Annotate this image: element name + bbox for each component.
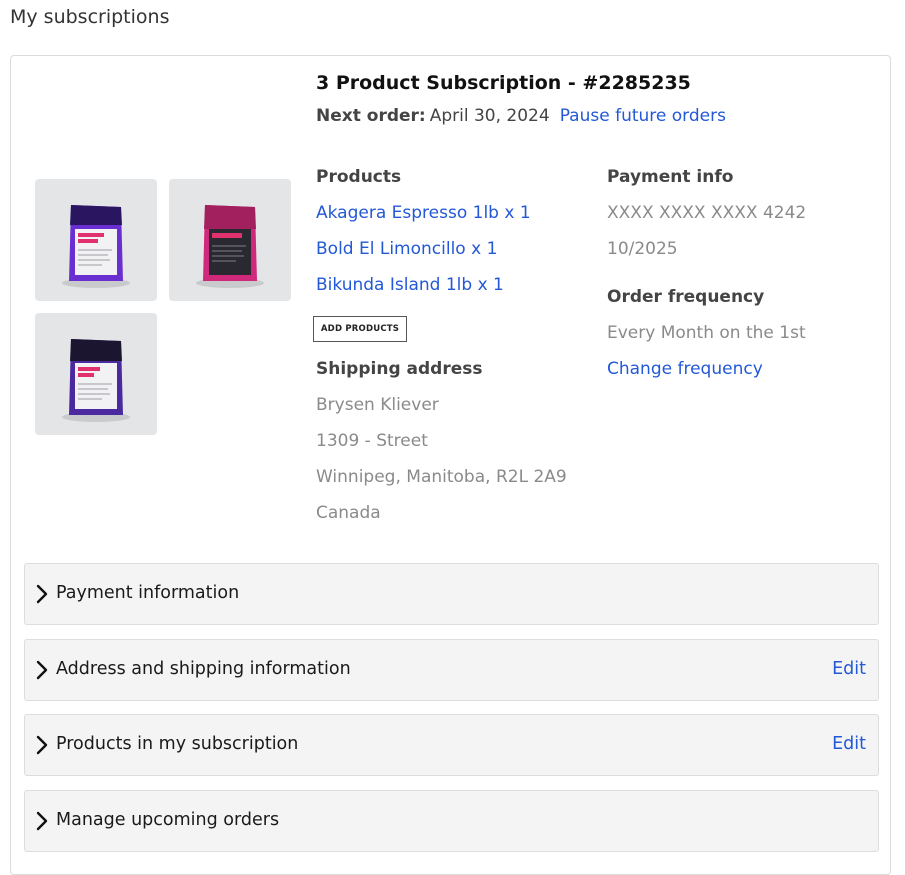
accordion-label: Products in my subscription <box>56 734 299 754</box>
next-order-label: Next order: <box>316 106 426 126</box>
product-thumbnail-akagera[interactable] <box>35 179 157 301</box>
accordion-products-subscription[interactable]: Products in my subscription Edit <box>24 714 879 776</box>
products-heading: Products <box>316 167 402 187</box>
chevron-right-icon <box>36 584 48 604</box>
subscription-title: 3 Product Subscription - #2285235 <box>316 72 691 94</box>
card-expiry: 10/2025 <box>607 239 678 259</box>
edit-products-button[interactable]: Edit <box>832 734 866 754</box>
accordion-label: Address and shipping information <box>56 659 351 679</box>
accordion-address-shipping[interactable]: Address and shipping information Edit <box>24 639 879 701</box>
add-products-button[interactable]: ADD PRODUCTS <box>313 316 407 342</box>
accordion-label: Payment information <box>56 583 240 603</box>
pause-future-orders-link[interactable]: Pause future orders <box>560 106 726 126</box>
product-thumbnail-limoncillo[interactable] <box>169 179 291 301</box>
next-order-row: Next order: April 30, 2024 Pause future or… <box>316 106 726 126</box>
subscription-card: 3 Product Subscription - #2285235 Next o… <box>10 55 891 875</box>
edit-address-button[interactable]: Edit <box>832 659 866 679</box>
change-frequency-link[interactable]: Change frequency <box>607 359 763 379</box>
product-link-bikunda[interactable]: Bikunda Island 1lb x 1 <box>316 275 504 295</box>
page-title: My subscriptions <box>10 6 170 28</box>
coffee-bag-icon <box>62 205 130 288</box>
product-link-akagera[interactable]: Akagera Espresso 1lb x 1 <box>316 203 531 223</box>
card-number: XXXX XXXX XXXX 4242 <box>607 203 807 223</box>
coffee-bag-icon <box>196 205 264 288</box>
payment-info-heading: Payment info <box>607 167 734 187</box>
chevron-right-icon <box>36 660 48 680</box>
product-thumbnail-bikunda[interactable] <box>35 313 157 435</box>
accordion-label: Manage upcoming orders <box>56 810 280 830</box>
coffee-bag-icon <box>62 339 130 422</box>
next-order-date: April 30, 2024 <box>429 106 550 126</box>
product-link-limoncillo[interactable]: Bold El Limoncillo x 1 <box>316 239 497 259</box>
chevron-right-icon <box>36 735 48 755</box>
shipping-street: 1309 - Street <box>316 431 428 451</box>
accordion-manage-upcoming-orders[interactable]: Manage upcoming orders <box>24 790 879 852</box>
accordion-payment-information[interactable]: Payment information <box>24 563 879 625</box>
chevron-right-icon <box>36 811 48 831</box>
shipping-name: Brysen Kliever <box>316 395 439 415</box>
shipping-address-heading: Shipping address <box>316 359 483 379</box>
order-frequency-heading: Order frequency <box>607 287 765 307</box>
shipping-city: Winnipeg, Manitoba, R2L 2A9 <box>316 467 567 487</box>
shipping-country: Canada <box>316 503 381 523</box>
order-frequency-value: Every Month on the 1st <box>607 323 806 343</box>
